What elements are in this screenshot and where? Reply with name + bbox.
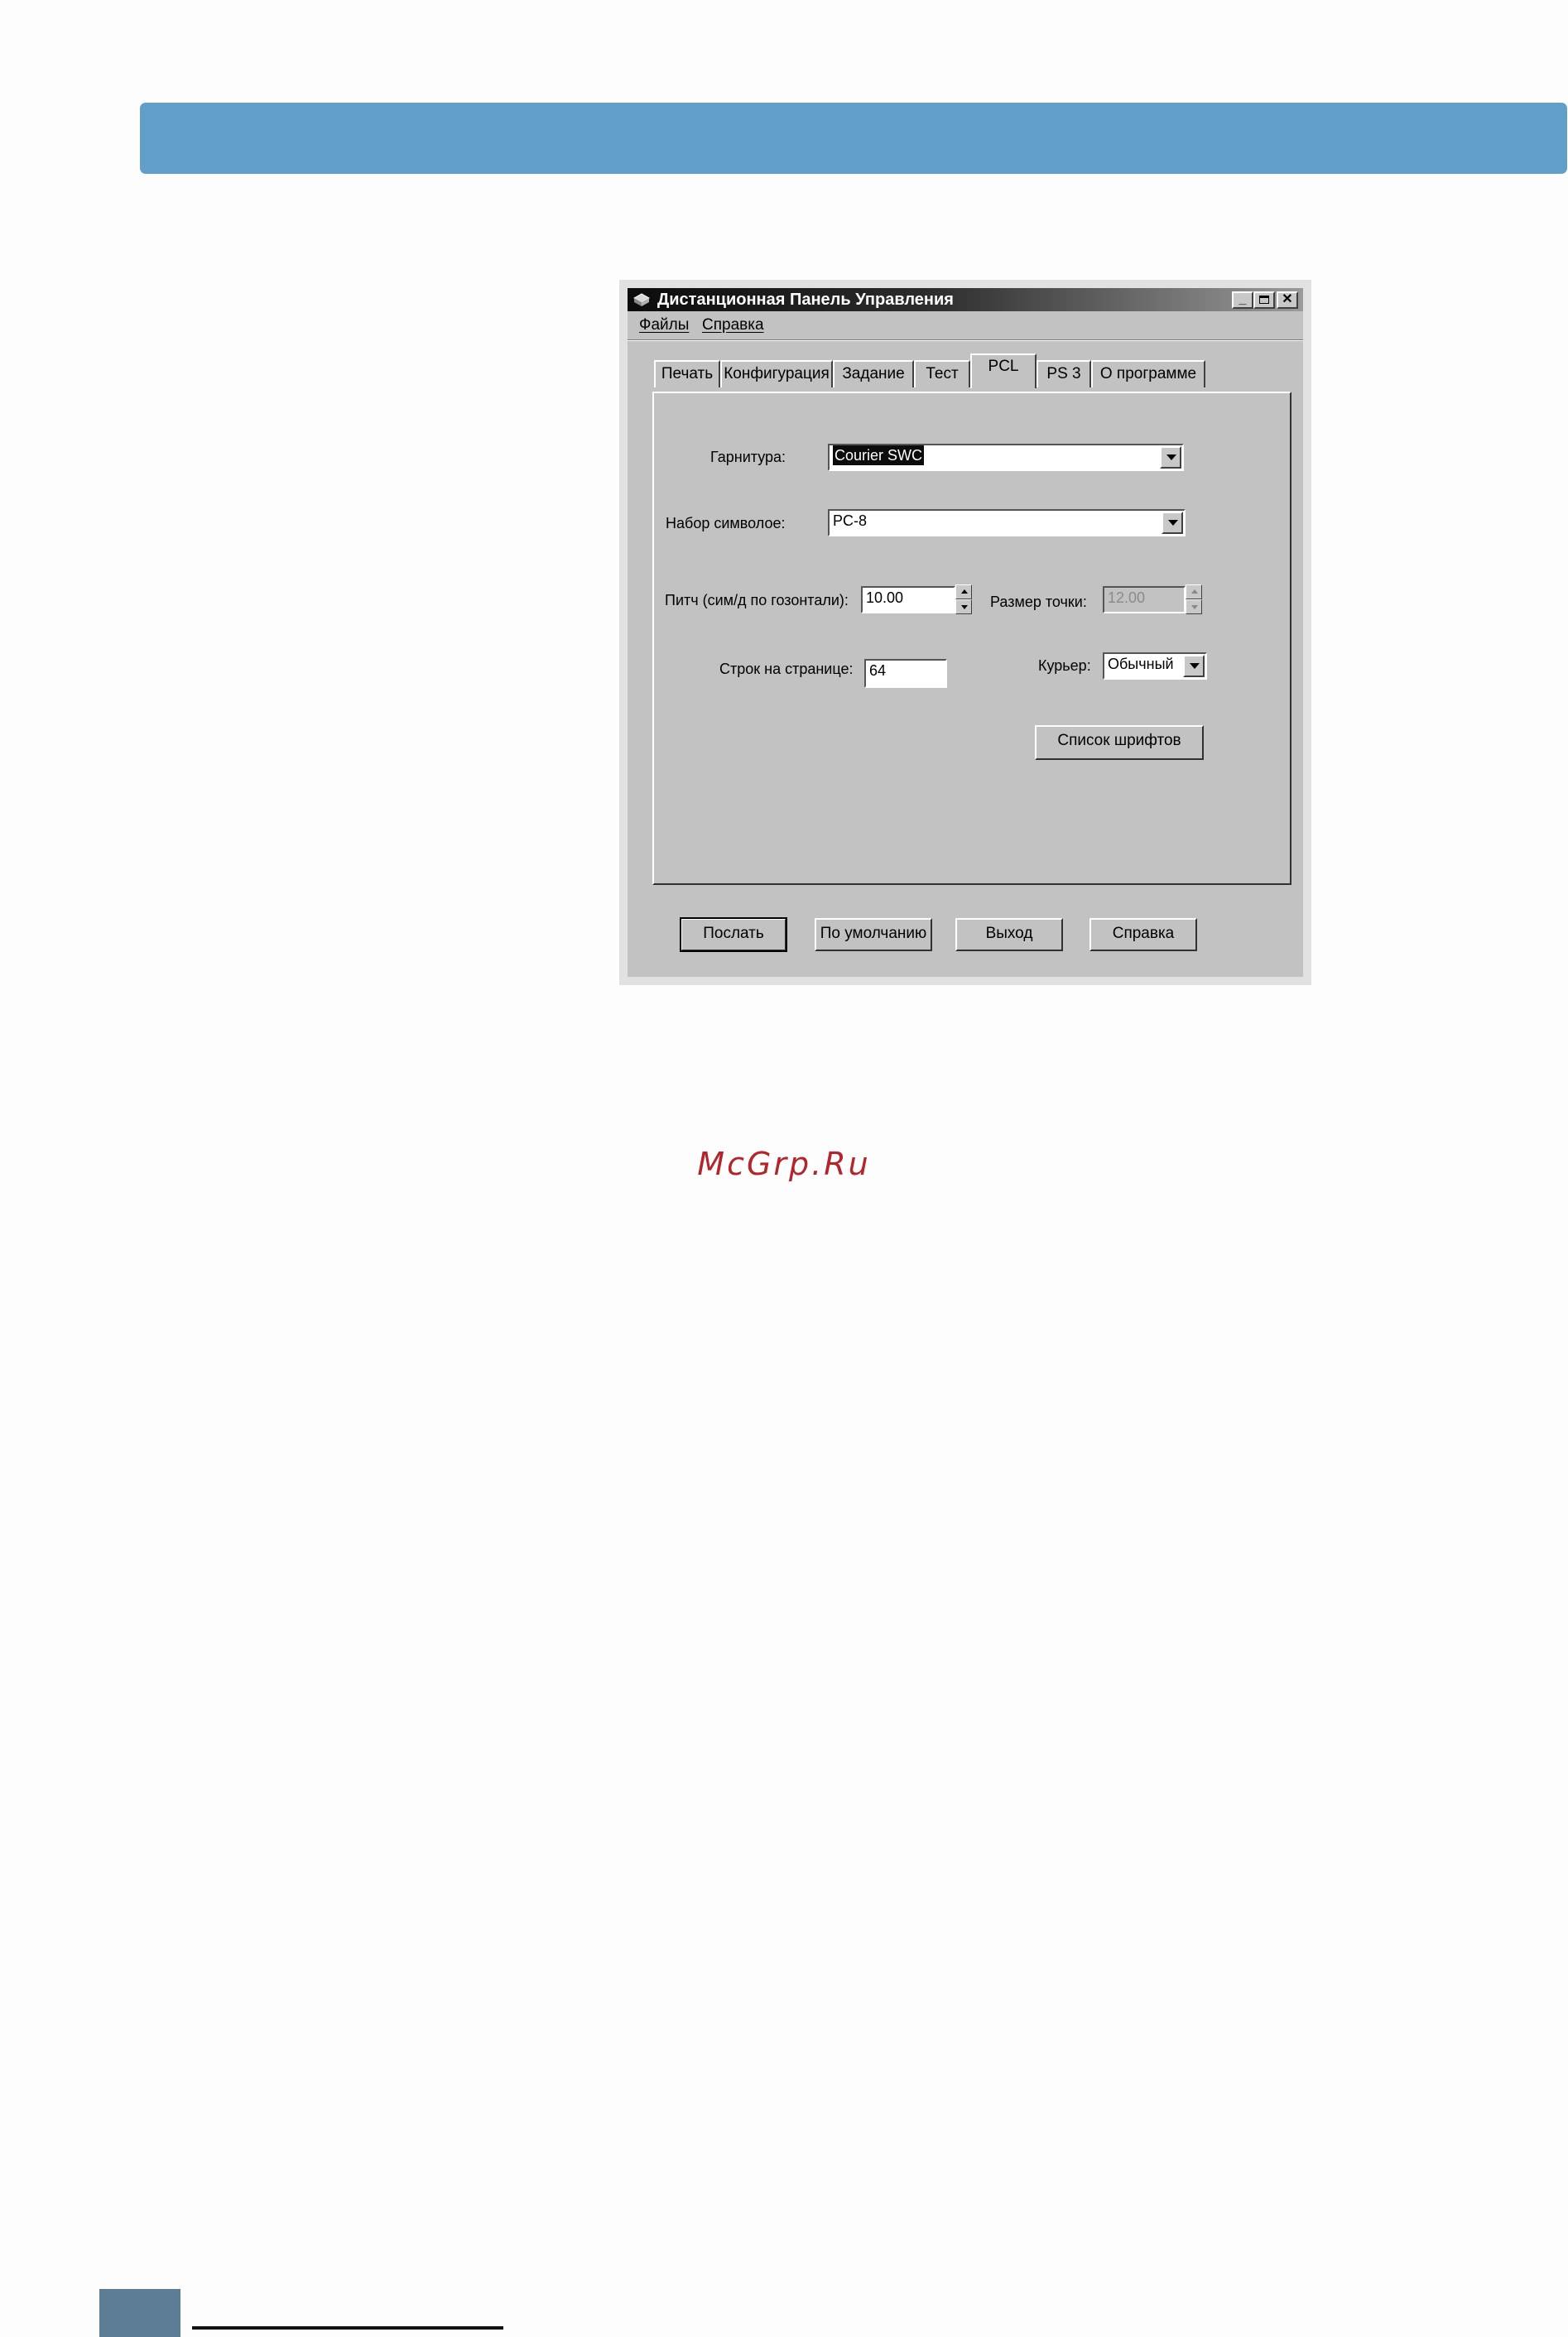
- tab-job[interactable]: Задание: [833, 360, 914, 387]
- font-list-button[interactable]: Список шрифтов: [1035, 725, 1204, 760]
- spin-up-icon[interactable]: [1186, 584, 1202, 599]
- defaults-button[interactable]: По умолчанию: [815, 918, 932, 951]
- maximize-button[interactable]: [1253, 291, 1275, 309]
- courier-select[interactable]: Обычный: [1103, 652, 1207, 680]
- watermark: McGrp.Ru: [697, 1146, 871, 1182]
- title-bar[interactable]: Дистанционная Панель Управления _ ✕: [628, 288, 1303, 311]
- menu-bar: Файлы Справка: [628, 315, 1303, 338]
- printer-app-icon: [632, 293, 651, 306]
- window-title: Дистанционная Панель Управления: [657, 291, 954, 309]
- exit-button[interactable]: Выход: [955, 918, 1063, 951]
- chevron-down-icon[interactable]: [1162, 512, 1183, 534]
- close-button[interactable]: ✕: [1277, 291, 1298, 309]
- pitch-spinner[interactable]: [955, 584, 972, 614]
- menu-files[interactable]: Файлы: [639, 316, 689, 334]
- courier-value: Обычный: [1108, 656, 1174, 672]
- chevron-down-icon[interactable]: [1160, 446, 1181, 469]
- lines-input[interactable]: 64: [864, 659, 947, 688]
- pointsize-spinner[interactable]: [1186, 584, 1202, 614]
- pitch-label: Питч (сим/д по гозонтали):: [665, 592, 849, 608]
- typeface-value: Courier SWC: [833, 445, 925, 465]
- header-band: [140, 103, 1567, 174]
- tab-print[interactable]: Печать: [654, 360, 720, 387]
- help-button[interactable]: Справка: [1089, 918, 1197, 951]
- send-button[interactable]: Послать: [680, 917, 787, 952]
- spin-up-icon[interactable]: [955, 584, 972, 599]
- pitch-input[interactable]: 10.00: [861, 586, 955, 613]
- tab-configuration[interactable]: Конфигурация: [720, 360, 833, 387]
- typeface-select[interactable]: Courier SWC: [828, 444, 1184, 471]
- chevron-down-icon[interactable]: [1183, 655, 1205, 677]
- symbolset-label: Набор символое:: [666, 515, 786, 531]
- lines-label: Строк на странице:: [719, 661, 854, 677]
- tab-pcl[interactable]: PCL: [970, 353, 1037, 388]
- tab-test[interactable]: Тест: [914, 360, 970, 387]
- tab-ps3[interactable]: PS 3: [1037, 360, 1091, 387]
- menu-help[interactable]: Справка: [702, 316, 764, 334]
- menu-separator: [628, 339, 1303, 341]
- minimize-button[interactable]: _: [1232, 291, 1253, 309]
- symbolset-select[interactable]: PC-8: [828, 509, 1186, 536]
- spin-down-icon[interactable]: [1186, 599, 1202, 614]
- pointsize-label: Размер точки:: [990, 594, 1087, 610]
- typeface-label: Гарнитура:: [710, 449, 786, 465]
- pointsize-input[interactable]: 12.00: [1103, 586, 1186, 613]
- spin-down-icon[interactable]: [955, 599, 972, 614]
- maximize-icon: [1259, 296, 1269, 304]
- courier-label: Курьер:: [1038, 657, 1091, 674]
- footer-rule: [192, 2326, 503, 2330]
- symbolset-value: PC-8: [833, 512, 868, 529]
- footer-block: [99, 2289, 180, 2337]
- tab-about[interactable]: О программе: [1091, 360, 1205, 387]
